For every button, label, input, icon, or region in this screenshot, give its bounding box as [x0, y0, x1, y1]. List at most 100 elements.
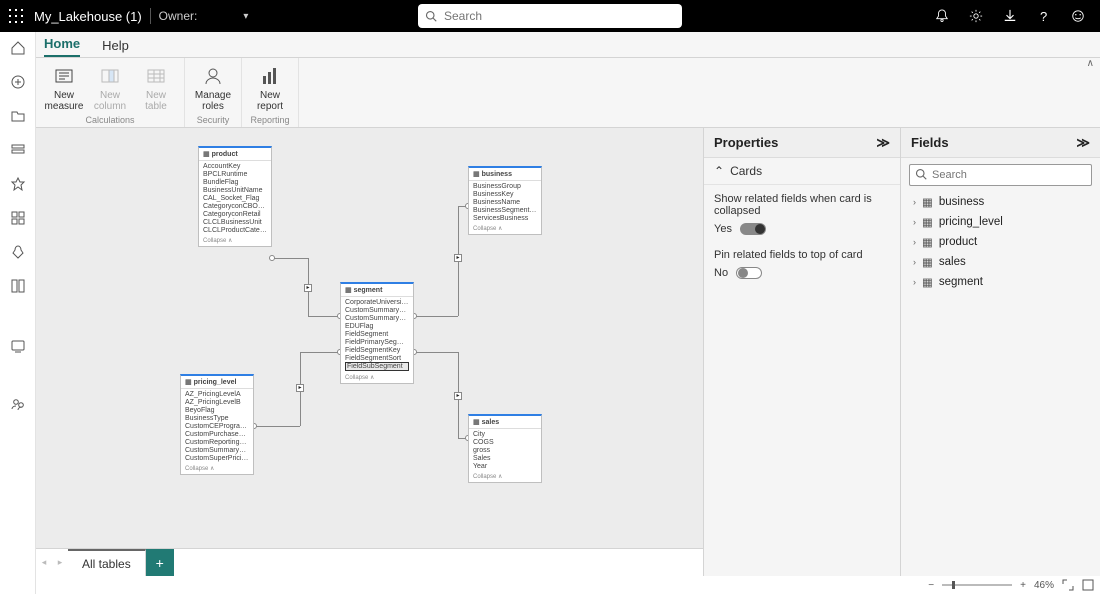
global-search-input[interactable]	[418, 4, 682, 28]
add-layout-button[interactable]: +	[146, 549, 174, 576]
field-row[interactable]: Year	[473, 462, 537, 470]
pin-related-toggle[interactable]	[736, 267, 762, 279]
field-row[interactable]: FieldSegmentKey	[345, 346, 409, 354]
properties-cards-section[interactable]: ⌃ Cards	[704, 158, 900, 185]
download-icon[interactable]	[1002, 8, 1018, 24]
table-card-segment[interactable]: ▦segment CorporateUniversityFlag CustomS…	[340, 282, 414, 384]
field-row[interactable]: CustomReportingSummaryPuFo	[185, 438, 249, 446]
field-row[interactable]: CustomSummaryPurchaseType	[185, 446, 249, 454]
tab-prev-icon[interactable]: ◂	[36, 549, 52, 576]
fields-search-input[interactable]	[909, 164, 1092, 186]
model-canvas[interactable]: ▸ ▸ ▸ ▸ ▦product AccountKey BPCLRuntime …	[36, 128, 703, 548]
new-measure-button[interactable]: New measure	[42, 62, 86, 114]
field-row[interactable]: FieldSegmentSort	[345, 354, 409, 362]
fit-to-page-icon[interactable]	[1062, 579, 1074, 591]
field-row[interactable]: BPCLRuntime	[203, 170, 267, 178]
field-row[interactable]: CategoryconRetail	[203, 210, 267, 218]
table-icon: ▦	[473, 418, 480, 426]
rail-learn-icon[interactable]	[8, 276, 28, 296]
search-icon	[915, 168, 927, 180]
ribbon-collapse-icon[interactable]: ∧	[1087, 58, 1094, 69]
field-table-product[interactable]: ›▦product	[901, 232, 1100, 252]
field-row[interactable]: AccountKey	[203, 162, 267, 170]
field-row[interactable]: CustomSuperPricingLevel	[185, 454, 249, 462]
field-table-pricing-level[interactable]: ›▦pricing_level	[901, 212, 1100, 232]
properties-collapse-icon[interactable]: ≫	[876, 135, 890, 151]
app-launcher-icon[interactable]	[0, 0, 32, 32]
field-row[interactable]: ServicesBusiness	[473, 214, 537, 222]
table-card-business[interactable]: ▦business BusinessGroup BusinessKey Busi…	[468, 166, 542, 235]
field-row[interactable]: FieldSegment	[345, 330, 409, 338]
zoom-out-button[interactable]: −	[928, 580, 934, 591]
rail-apps-icon[interactable]	[8, 208, 28, 228]
tab-help[interactable]: Help	[102, 34, 129, 57]
settings-icon[interactable]	[968, 8, 984, 24]
field-row[interactable]: Sales	[473, 454, 537, 462]
field-table-sales[interactable]: ›▦sales	[901, 252, 1100, 272]
feedback-icon[interactable]	[1070, 8, 1086, 24]
field-row[interactable]: BusinessSegmentName	[473, 206, 537, 214]
field-row[interactable]: AZ_PricingLevelB	[185, 398, 249, 406]
field-row[interactable]: BundleFlag	[203, 178, 267, 186]
card-collapse[interactable]: Collapse ∧	[199, 235, 271, 246]
rail-onelake-icon[interactable]	[8, 140, 28, 160]
rail-metrics-icon[interactable]	[8, 174, 28, 194]
zoom-slider[interactable]	[942, 584, 1012, 586]
field-row[interactable]: CustomSummarySegment	[345, 314, 409, 322]
rail-home-icon[interactable]	[8, 38, 28, 58]
card-collapse[interactable]: Collapse ∧	[469, 471, 541, 482]
tab-next-icon[interactable]: ▸	[52, 549, 68, 576]
field-row[interactable]: EDUFlag	[345, 322, 409, 330]
field-row[interactable]: CustomCEProgramType	[185, 422, 249, 430]
field-row[interactable]: BusinessGroup	[473, 182, 537, 190]
rail-browse-icon[interactable]	[8, 106, 28, 126]
owner-dropdown-icon[interactable]: ▾	[243, 11, 248, 22]
new-report-button[interactable]: New report	[248, 62, 292, 114]
rail-deploy-icon[interactable]	[8, 242, 28, 262]
field-row[interactable]: CustomSummarySector	[345, 306, 409, 314]
field-row[interactable]: FieldPrimarySegment	[345, 338, 409, 346]
card-title: sales	[482, 419, 500, 426]
table-card-product[interactable]: ▦product AccountKey BPCLRuntime BundleFl…	[198, 146, 272, 247]
field-row[interactable]: BusinessKey	[473, 190, 537, 198]
table-card-pricing-level[interactable]: ▦pricing_level AZ_PricingLevelA AZ_Prici…	[180, 374, 254, 475]
card-collapse[interactable]: Collapse ∧	[341, 372, 413, 383]
field-label: product	[939, 236, 977, 248]
notifications-icon[interactable]	[934, 8, 950, 24]
new-table-label: New table	[134, 90, 178, 112]
field-row[interactable]: gross	[473, 446, 537, 454]
show-related-toggle[interactable]	[740, 223, 766, 235]
field-row[interactable]: BusinessType	[185, 414, 249, 422]
field-row[interactable]: CLCLBusinessUnit	[203, 218, 267, 226]
card-collapse[interactable]: Collapse ∧	[469, 223, 541, 234]
field-row[interactable]: COGS	[473, 438, 537, 446]
field-row[interactable]: BeyoFlag	[185, 406, 249, 414]
field-row-selected[interactable]: FieldSubSegment	[345, 362, 409, 371]
field-row[interactable]: CAL_Socket_Flag	[203, 194, 267, 202]
rail-workspace-icon[interactable]	[8, 394, 28, 414]
field-table-segment[interactable]: ›▦segment	[901, 272, 1100, 292]
field-row[interactable]: City	[473, 430, 537, 438]
manage-roles-button[interactable]: Manage roles	[191, 62, 235, 114]
card-collapse[interactable]: Collapse ∧	[181, 463, 253, 474]
field-row[interactable]: BusinessName	[473, 198, 537, 206]
layout-tab-all-tables[interactable]: All tables	[68, 549, 146, 576]
field-row[interactable]: CLCLProductCatecolmodinServices	[203, 226, 267, 234]
field-row[interactable]: CustomPurchaseType	[185, 430, 249, 438]
field-row[interactable]: CategoryconCBOFileId	[203, 202, 267, 210]
rail-workspaces-icon[interactable]	[8, 336, 28, 356]
tab-home[interactable]: Home	[44, 32, 80, 57]
fields-collapse-icon[interactable]: ≫	[1076, 135, 1090, 151]
rail-create-icon[interactable]	[8, 72, 28, 92]
help-icon[interactable]: ?	[1036, 8, 1052, 24]
fullscreen-icon[interactable]	[1082, 579, 1094, 591]
field-label: sales	[939, 256, 966, 268]
field-row[interactable]: AZ_PricingLevelA	[185, 390, 249, 398]
zoom-in-button[interactable]: +	[1020, 580, 1026, 591]
group-security-label: Security	[197, 115, 230, 125]
table-card-sales[interactable]: ▦sales City COGS gross Sales Year Collap…	[468, 414, 542, 483]
field-row[interactable]: CorporateUniversityFlag	[345, 298, 409, 306]
toggle-no-label: No	[714, 267, 728, 279]
field-row[interactable]: BusinessUnitName	[203, 186, 267, 194]
field-table-business[interactable]: ›▦business	[901, 192, 1100, 212]
